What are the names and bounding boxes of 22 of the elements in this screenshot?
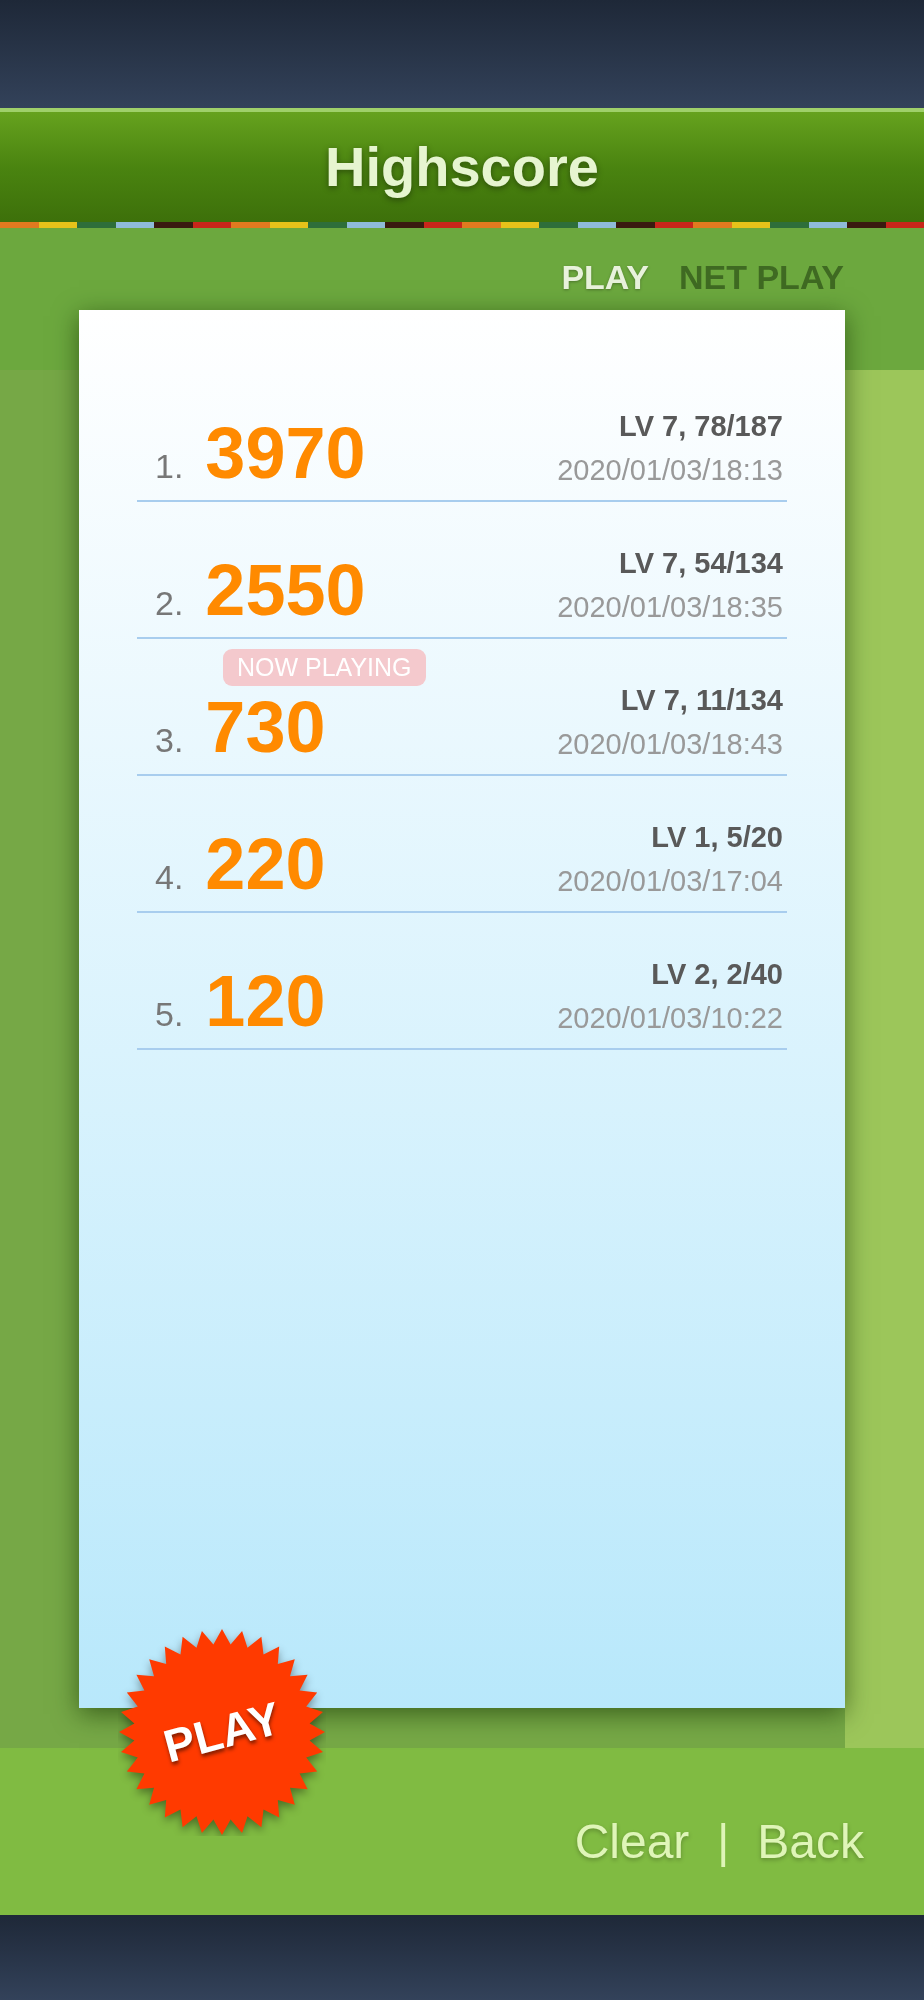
rank-number: 5. <box>155 994 184 1035</box>
play-button[interactable]: PLAY <box>118 1628 326 1836</box>
score: 730 <box>205 691 326 763</box>
score: 220 <box>205 828 326 900</box>
score: 120 <box>205 965 326 1037</box>
date-time: 2020/01/03/18:43 <box>557 727 783 762</box>
footer-link[interactable]: Back <box>757 1805 864 1878</box>
score: 2550 <box>205 554 366 626</box>
rank-number: 4. <box>155 857 184 898</box>
rank-number: 2. <box>155 583 184 624</box>
tab[interactable]: NET PLAY <box>679 252 844 303</box>
date-time: 2020/01/03/18:13 <box>557 453 783 488</box>
rank-number: 1. <box>155 446 184 487</box>
footer-link[interactable]: Clear <box>574 1805 690 1878</box>
rank-number: 3. <box>155 720 184 761</box>
date-time: 2020/01/03/18:35 <box>557 590 783 625</box>
tab[interactable]: PLAY <box>561 252 649 303</box>
screen-title: Highscore <box>325 134 599 200</box>
date-time: 2020/01/03/10:22 <box>557 1001 783 1036</box>
date-time: 2020/01/03/17:04 <box>557 864 783 899</box>
score: 3970 <box>205 417 366 489</box>
separator: | <box>717 1814 730 1869</box>
